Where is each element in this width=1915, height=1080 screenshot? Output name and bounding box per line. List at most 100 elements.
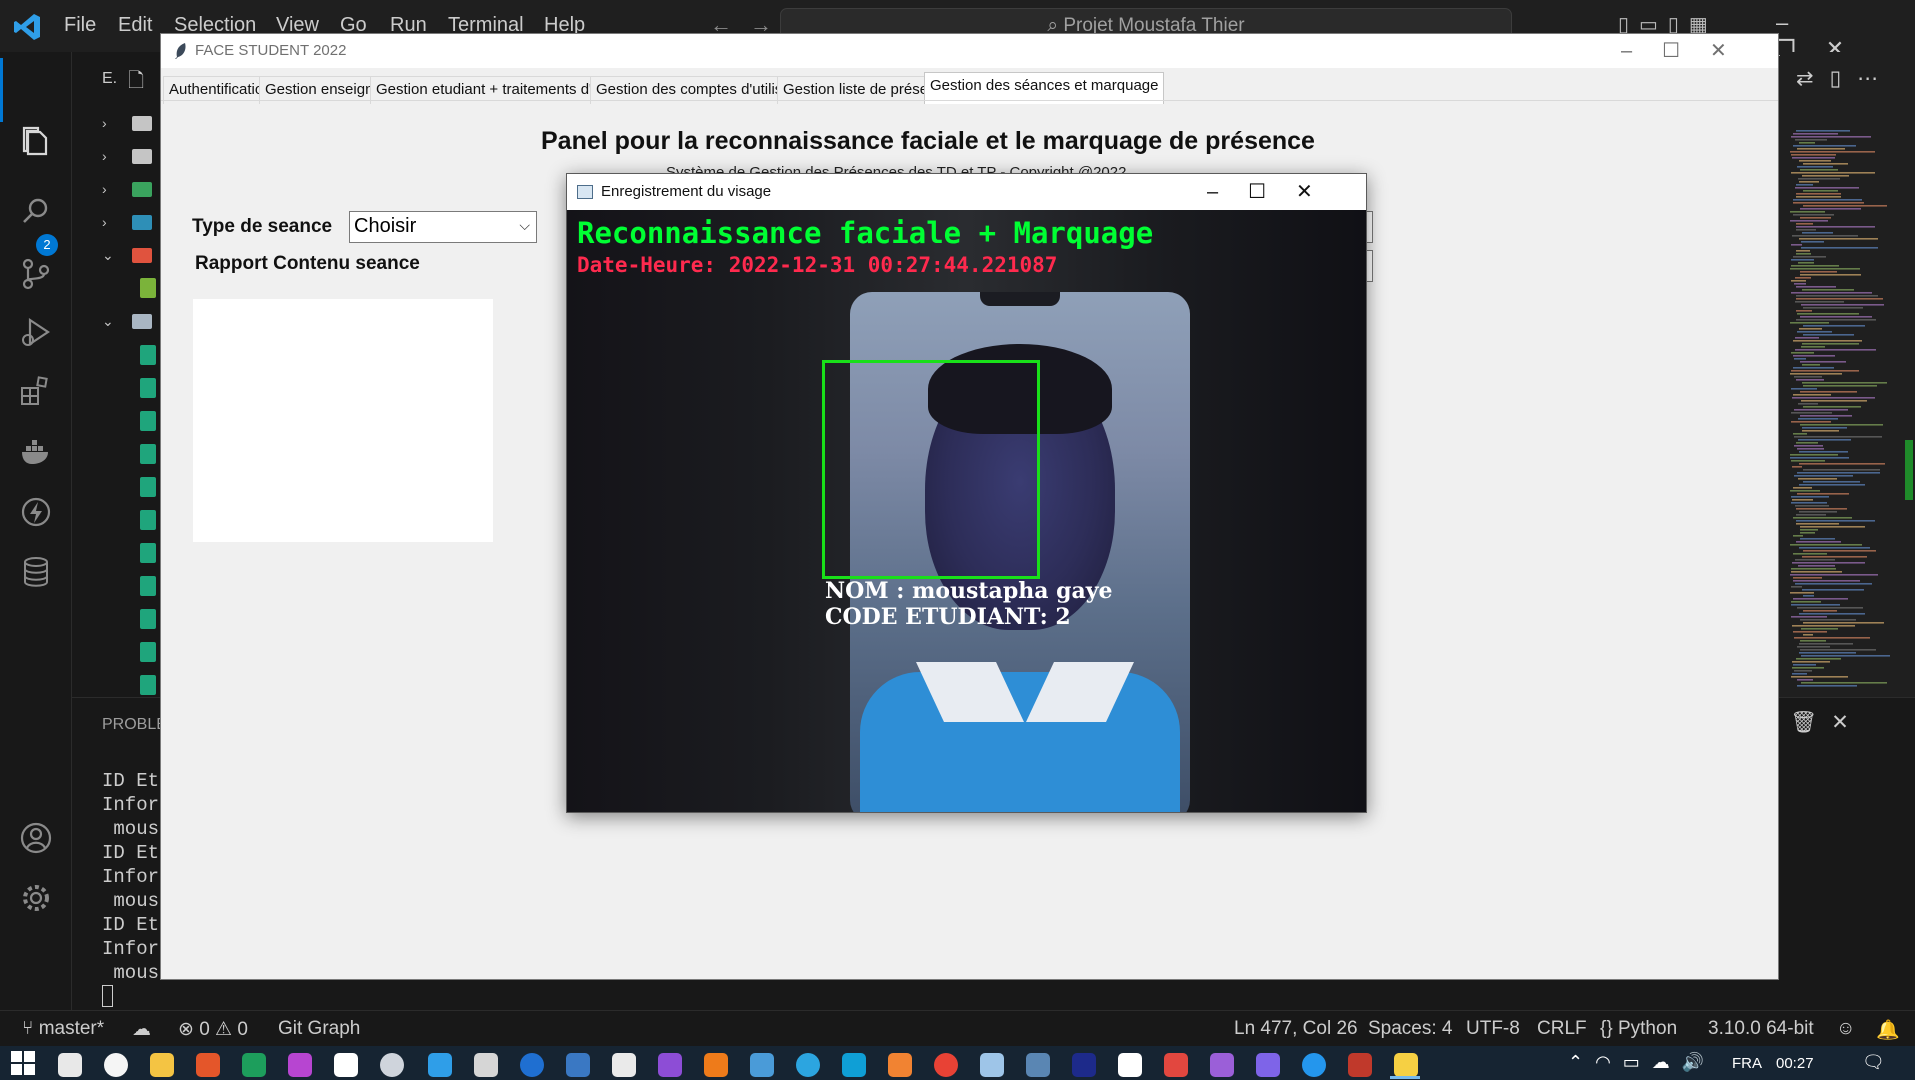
tree-item[interactable] [140, 505, 156, 535]
minimap-line [1791, 616, 1827, 618]
tree-item[interactable] [140, 439, 156, 469]
tree-item[interactable] [140, 637, 156, 667]
eol-status[interactable]: CRLF [1537, 1018, 1587, 1040]
indentation-status[interactable]: Spaces: 4 [1368, 1018, 1453, 1040]
app-icon[interactable] [520, 1053, 544, 1077]
minimap-line [1801, 304, 1884, 306]
minimap-line [1792, 673, 1807, 675]
app-icon[interactable] [888, 1053, 912, 1077]
docker-taskbar-icon[interactable] [1302, 1053, 1326, 1077]
minimap-line [1800, 640, 1826, 642]
python-taskbar-icon[interactable] [1394, 1053, 1418, 1077]
jetbrains-icon[interactable] [288, 1053, 312, 1077]
language-status[interactable]: {} Python [1600, 1018, 1677, 1040]
tray-clock[interactable]: 00:27 [1776, 1055, 1814, 1072]
app-icon[interactable] [842, 1053, 866, 1077]
minimap[interactable] [1790, 130, 1910, 690]
tree-item[interactable]: ⌄ [102, 306, 152, 336]
pycharm-icon[interactable] [242, 1053, 266, 1077]
system-tray-icons[interactable]: ⌃◠▭☁🔊 [1568, 1052, 1716, 1073]
taskview-icon[interactable] [58, 1053, 82, 1077]
minimap-line [1792, 667, 1824, 669]
tray-language[interactable]: FRA [1732, 1055, 1762, 1072]
telegram-icon[interactable] [796, 1053, 820, 1077]
app-icon[interactable] [1118, 1053, 1142, 1077]
panel-tab-problems[interactable]: PROBLE [102, 716, 167, 734]
accounts-icon[interactable] [0, 806, 72, 870]
minimap-line [1796, 379, 1824, 381]
terminal-taskbar-icon[interactable] [474, 1053, 498, 1077]
tree-item[interactable]: › [102, 207, 152, 237]
vscode-logo-icon[interactable] [12, 12, 42, 42]
tree-item[interactable]: › [102, 108, 152, 138]
tree-item[interactable] [140, 273, 156, 303]
app-icon[interactable] [1210, 1053, 1234, 1077]
file-explorer-icon[interactable] [150, 1053, 174, 1077]
tree-item[interactable] [140, 604, 156, 634]
encoding-status[interactable]: UTF-8 [1466, 1018, 1520, 1040]
manage-gear-icon[interactable] [0, 866, 72, 930]
tree-item[interactable] [140, 340, 156, 370]
cursor-position[interactable]: Ln 477, Col 26 [1234, 1018, 1358, 1040]
app-icon[interactable] [334, 1053, 358, 1077]
app-icon[interactable] [980, 1053, 1004, 1077]
app-icon[interactable] [1256, 1053, 1280, 1077]
search-icon[interactable] [0, 180, 72, 244]
visual-studio-icon[interactable] [658, 1053, 682, 1077]
app-icon[interactable] [612, 1053, 636, 1077]
tree-item[interactable] [140, 472, 156, 502]
face-capture-title-bar[interactable]: Enregistrement du visage –☐✕ [567, 174, 1366, 210]
editor-actions[interactable]: ⇄▯⋯ [1796, 66, 1894, 91]
figma-icon[interactable] [1164, 1053, 1188, 1077]
run-debug-icon[interactable] [0, 300, 72, 364]
app-icon[interactable] [380, 1053, 404, 1077]
tree-item[interactable] [140, 373, 156, 403]
tree-item[interactable]: › [102, 174, 152, 204]
vlc-icon[interactable] [704, 1053, 728, 1077]
type-seance-combobox[interactable]: Choisir ⌵ [349, 211, 537, 243]
extensions-icon[interactable] [0, 360, 72, 424]
face-capture-window-controls[interactable]: –☐✕ [1207, 179, 1343, 204]
source-control-icon[interactable] [0, 242, 72, 306]
windows-start-icon[interactable] [10, 1050, 36, 1076]
minimap-line [1803, 622, 1884, 624]
menu-edit[interactable]: Edit [118, 14, 152, 37]
tree-item[interactable] [140, 406, 156, 436]
app-icon[interactable] [1072, 1053, 1096, 1077]
app-title-bar[interactable]: FACE STUDENT 2022 –☐✕ [161, 34, 1778, 68]
tree-item[interactable]: ⌄ [102, 240, 152, 270]
action-center-icon[interactable]: 🗨 [1862, 1052, 1885, 1073]
tree-item[interactable]: › [102, 141, 152, 171]
interpreter-status[interactable]: 3.10.0 64-bit [1708, 1018, 1814, 1040]
minimap-line [1790, 373, 1842, 375]
panel-actions[interactable]: ▯🗑✕ [1765, 710, 1863, 735]
minimap-line [1797, 148, 1845, 150]
new-file-icon[interactable]: 🗋 [128, 66, 144, 100]
chrome-icon[interactable] [934, 1053, 958, 1077]
app-icon[interactable] [196, 1053, 220, 1077]
database-icon[interactable] [0, 540, 72, 604]
sync-icon[interactable]: ☁ [132, 1018, 151, 1041]
minimap-scroll-indicator[interactable] [1905, 440, 1913, 500]
git-graph-button[interactable]: Git Graph [278, 1018, 360, 1040]
explorer-icon[interactable] [0, 110, 72, 174]
feedback-icon[interactable]: ☺ [1836, 1018, 1855, 1040]
app-icon[interactable] [566, 1053, 590, 1077]
app-icon[interactable] [750, 1053, 774, 1077]
browser-icon[interactable] [104, 1053, 128, 1077]
rapport-textarea[interactable] [193, 299, 493, 542]
branch-label: master* [38, 1018, 105, 1039]
vscode-taskbar-icon[interactable] [428, 1053, 452, 1077]
tree-item[interactable] [140, 670, 156, 700]
app-window-controls[interactable]: –☐✕ [1621, 38, 1757, 63]
problems-status[interactable]: ⊗ 0 ⚠ 0 [178, 1018, 248, 1041]
thunder-client-icon[interactable] [0, 480, 72, 544]
tree-item[interactable] [140, 538, 156, 568]
menu-file[interactable]: File [64, 14, 96, 37]
app-icon[interactable] [1348, 1053, 1372, 1077]
docker-icon[interactable] [0, 420, 72, 484]
branch-status[interactable]: ⑂ master* [22, 1018, 104, 1040]
postgres-icon[interactable] [1026, 1053, 1050, 1077]
notifications-bell-icon[interactable]: 🔔 [1876, 1018, 1900, 1042]
tree-item[interactable] [140, 571, 156, 601]
